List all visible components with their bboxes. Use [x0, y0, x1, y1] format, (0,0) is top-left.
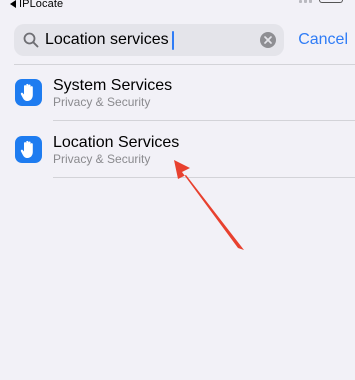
battery-icon	[319, 0, 343, 3]
result-title: Location Services	[53, 134, 180, 151]
result-subtitle: Privacy & Security	[53, 95, 151, 109]
text-cursor	[171, 30, 174, 50]
status-bar: IPLocate	[0, 0, 355, 10]
search-query-text: Location services	[45, 31, 169, 48]
signal-icon	[299, 0, 315, 3]
divider	[53, 177, 355, 178]
search-input[interactable]: Location services	[14, 24, 285, 56]
clear-search-icon[interactable]	[260, 32, 277, 48]
search-row: Location services Cancel	[14, 24, 348, 56]
search-result-location-services[interactable]: Location Services Privacy & Security	[0, 122, 355, 178]
hand-raised-icon	[15, 136, 42, 163]
annotation-arrow	[174, 160, 244, 250]
back-to-app-link[interactable]: IPLocate	[10, 0, 63, 10]
search-icon	[23, 32, 39, 48]
back-arrow-icon	[10, 0, 16, 8]
divider	[53, 120, 355, 121]
hand-raised-icon	[15, 79, 42, 106]
back-app-label: IPLocate	[19, 0, 64, 10]
status-icons	[299, 0, 343, 3]
result-title: System Services	[53, 77, 173, 94]
settings-search-screen: IPLocate Location services Cancel System…	[0, 0, 355, 380]
result-subtitle: Privacy & Security	[53, 152, 151, 166]
cancel-button[interactable]: Cancel	[298, 31, 348, 49]
search-result-system-services[interactable]: System Services Privacy & Security	[0, 65, 355, 121]
